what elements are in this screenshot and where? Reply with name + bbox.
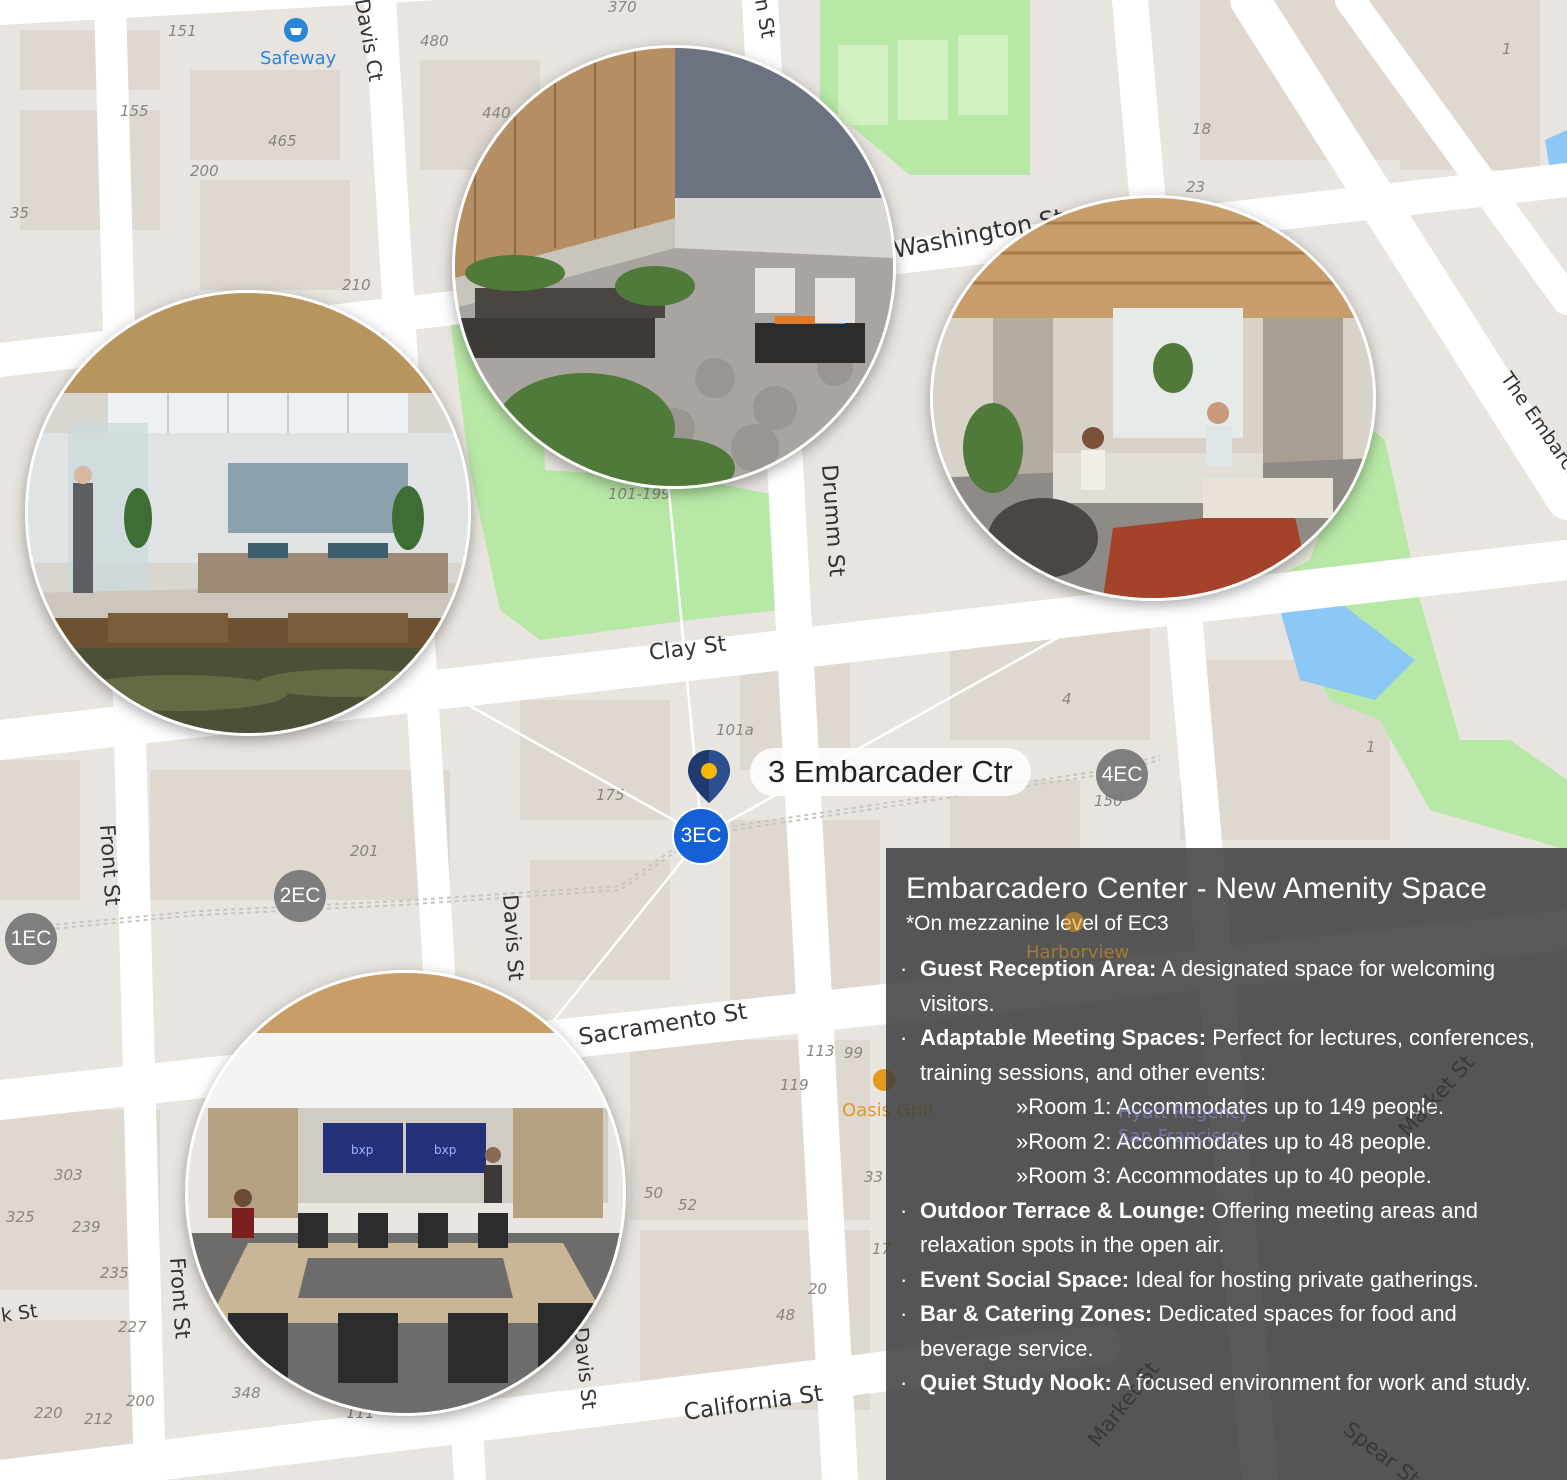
building-marker-3ec[interactable]: 3EC: [672, 807, 730, 865]
room-item: »Room 2: Accommodates up to 48 people.: [1016, 1128, 1432, 1154]
street-number: 235: [100, 1264, 129, 1282]
street-number: 348: [232, 1384, 261, 1402]
street-number: 52: [678, 1196, 697, 1214]
street-number: 151: [168, 22, 197, 40]
amenity-title: Outdoor Terrace & Lounge:: [920, 1197, 1206, 1223]
building-marker-1ec[interactable]: 1EC: [5, 913, 57, 965]
building-marker-4ec[interactable]: 4EC: [1096, 749, 1148, 801]
street-number: 113: [806, 1042, 835, 1060]
sofa-lounge-photo-illustration: [933, 198, 1373, 598]
street-number: 101a: [716, 721, 754, 739]
street-number: 175: [596, 786, 625, 804]
street-number: 1: [1502, 40, 1512, 58]
street-number: 220: [34, 1404, 63, 1422]
amenity-item: Outdoor Terrace & Lounge: Offering meeti…: [900, 1194, 1547, 1263]
lounge-photo-illustration: [455, 48, 893, 486]
photo-lobby-seating[interactable]: [25, 290, 471, 736]
amenity-title: Guest Reception Area:: [920, 956, 1157, 981]
street-number: 480: [420, 32, 449, 50]
street-number: 33: [864, 1168, 883, 1186]
amenity-item: Event Social Space: Ideal for hosting pr…: [900, 1263, 1547, 1298]
street-number: 370: [608, 0, 637, 16]
street-number: 200: [190, 162, 219, 180]
street-number: 18: [1192, 120, 1211, 138]
amenity-item: Bar & Catering Zones: Dedicated spaces f…: [900, 1297, 1547, 1366]
panel-title: Embarcadero Center - New Amenity Space: [906, 872, 1488, 905]
street-number: 1: [1366, 738, 1376, 756]
amenity-text: A focused environment for work and study…: [1111, 1370, 1531, 1395]
amenity-title: Event Social Space:: [920, 1266, 1130, 1292]
conference-photo-illustration: bxp bxp: [188, 973, 623, 1413]
street-number: 35: [10, 204, 29, 222]
street-number: 155: [120, 102, 149, 120]
photo-conference-room[interactable]: bxp bxp: [185, 970, 626, 1416]
room-list: »Room 1: Accommodates up to 149 people. …: [920, 1090, 1547, 1194]
street-number: 212: [84, 1410, 113, 1428]
street-number: 239: [72, 1218, 101, 1236]
street-number: 200: [126, 1392, 155, 1410]
photo-lounge-bar-seating[interactable]: [452, 45, 896, 489]
street-number: 227: [118, 1318, 147, 1336]
street-number: 201: [350, 842, 379, 860]
building-marker-2ec[interactable]: 2EC: [274, 870, 326, 922]
street-number: 48: [776, 1306, 795, 1324]
street-number: 50: [644, 1184, 663, 1202]
street-number: 465: [268, 132, 297, 150]
amenity-item: Adaptable Meeting Spaces: Perfect for le…: [900, 1021, 1547, 1194]
map-view[interactable]: Washington St Drumm St Clay St Sacrament…: [0, 0, 1567, 1480]
street-number: 440: [482, 104, 511, 122]
room-item: »Room 3: Accommodates up to 40 people.: [1016, 1163, 1432, 1188]
svg-text:Safeway: Safeway: [260, 48, 337, 69]
amenity-title: Adaptable Meeting Spaces:: [920, 1025, 1207, 1050]
street-number: 210: [342, 276, 371, 294]
amenity-list: Guest Reception Area: A designated space…: [900, 952, 1547, 1401]
panel-subtitle: *On mezzanine level of EC3: [906, 912, 1169, 935]
address-label[interactable]: 3 Embarcader Ctr: [750, 748, 1031, 796]
svg-text:bxp: bxp: [434, 1143, 456, 1157]
street-number: 4: [1062, 690, 1072, 708]
room-item: »Room 1: Accommodates up to 149 people.: [1016, 1094, 1445, 1119]
photo-lounge-sofas[interactable]: [930, 195, 1376, 601]
street-number: 119: [780, 1076, 809, 1094]
amenity-title: Quiet Study Nook:: [920, 1370, 1112, 1395]
street-number: 303: [54, 1166, 83, 1184]
street-number: 99: [844, 1044, 863, 1062]
amenity-text: Ideal for hosting private gatherings.: [1129, 1266, 1479, 1292]
amenity-item: Guest Reception Area: A designated space…: [900, 952, 1547, 1021]
street-number: 325: [6, 1208, 35, 1226]
street-number: 23: [1186, 178, 1205, 196]
amenity-title: Bar & Catering Zones:: [920, 1301, 1153, 1326]
lobby-photo-illustration: [28, 293, 468, 733]
amenity-item: Quiet Study Nook: A focused environment …: [900, 1366, 1547, 1401]
svg-text:bxp: bxp: [351, 1143, 373, 1157]
street-number: 20: [808, 1280, 827, 1298]
amenity-info-panel: Embarcadero Center - New Amenity Space *…: [886, 848, 1567, 1480]
